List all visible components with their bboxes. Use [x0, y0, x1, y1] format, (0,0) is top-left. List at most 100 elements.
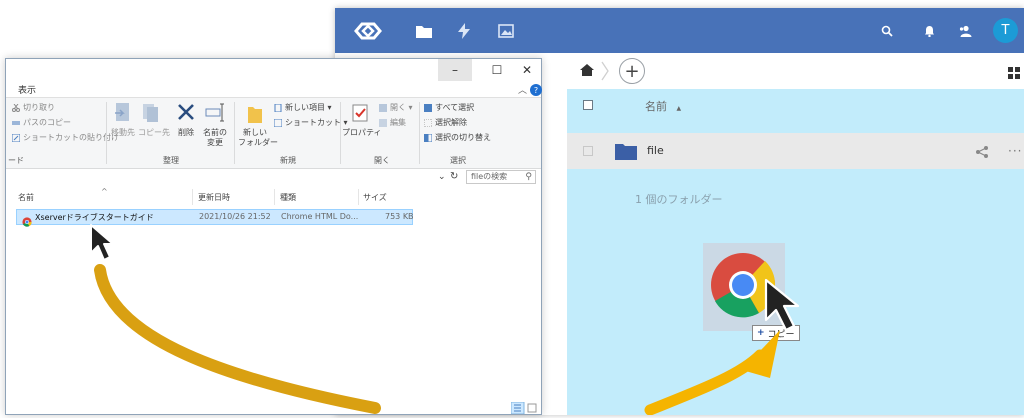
- properties-button[interactable]: プロパティ: [342, 101, 382, 138]
- move-to-label: 移動先: [111, 128, 135, 137]
- search-icon: ⚲: [525, 172, 532, 182]
- edit-button[interactable]: 編集: [379, 117, 406, 128]
- invert-selection-icon: [424, 133, 433, 142]
- open-group-label: 開く: [374, 156, 390, 165]
- file-date: 2021/10/26 21:52: [199, 212, 271, 221]
- view-mode-toggle[interactable]: [510, 399, 541, 415]
- shortcut-paste-icon: [11, 133, 21, 142]
- delete-button[interactable]: 削除: [174, 101, 198, 138]
- sort-caret-icon: ^: [101, 187, 108, 196]
- ribbon-collapse-icon[interactable]: ︿: [518, 83, 527, 96]
- list-item[interactable]: Xserverドライブスタートガイド 2021/10/26 21:52 Chro…: [16, 209, 414, 227]
- new-item-label: 新しい項目 ▾: [285, 103, 332, 112]
- add-new-button[interactable]: +: [619, 58, 645, 84]
- select-none-icon: [423, 118, 433, 127]
- select-none-button[interactable]: 選択解除: [423, 117, 467, 128]
- new-folder-label-1: 新しい: [243, 128, 267, 137]
- folder-count-summary: 1 個のフォルダー: [635, 193, 723, 206]
- new-item-button[interactable]: 新しい項目 ▾: [274, 102, 332, 113]
- avatar[interactable]: T: [993, 18, 1018, 43]
- copy-to-icon: [143, 104, 158, 122]
- invert-selection-label: 選択の切り替え: [435, 133, 491, 142]
- files-icon[interactable]: [413, 20, 435, 42]
- shortcut-label: ショートカット ▾: [285, 118, 348, 127]
- drag-ghost: [703, 243, 785, 331]
- help-icon[interactable]: ?: [530, 84, 542, 96]
- column-separator[interactable]: [358, 189, 359, 205]
- cut-label: 切り取り: [23, 103, 55, 112]
- contacts-icon[interactable]: [955, 20, 977, 42]
- new-folder-label-2: フォルダー: [238, 138, 278, 147]
- address-history-chevron-icon[interactable]: ⌄: [438, 172, 446, 182]
- properties-icon: [352, 104, 368, 122]
- file-list-area[interactable]: + 名前 ▲ file ··· 1 個のフォルダー: [567, 53, 1024, 415]
- details-view-icon: [510, 401, 537, 415]
- column-date[interactable]: 更新日時: [198, 192, 230, 203]
- share-icon[interactable]: [975, 144, 989, 158]
- rename-button[interactable]: 名前の 変更: [202, 101, 228, 148]
- cut-button[interactable]: 切り取り: [12, 102, 55, 113]
- copy-to-button[interactable]: コピー先: [138, 101, 170, 138]
- move-to-icon: [115, 103, 129, 121]
- row-file-name[interactable]: file: [647, 144, 664, 157]
- select-none-label: 選択解除: [435, 118, 467, 127]
- refresh-icon[interactable]: ↻: [450, 171, 458, 182]
- file-size: 753 KB: [385, 212, 414, 221]
- edit-icon: [379, 118, 387, 127]
- file-name: Xserverドライブスタートガイド: [35, 213, 154, 222]
- minimize-button[interactable]: –: [438, 59, 472, 81]
- paste-shortcut-label: ショートカットの貼り付け: [23, 133, 119, 142]
- select-all-checkbox[interactable]: [583, 100, 593, 110]
- maximize-button[interactable]: ☐: [480, 59, 514, 81]
- shortcut-button[interactable]: ショートカット ▾: [273, 117, 348, 128]
- copy-badge-label: コピー: [767, 329, 795, 340]
- explorer-titlebar[interactable]: – ☐ ✕: [6, 59, 541, 81]
- bell-icon[interactable]: [918, 20, 940, 42]
- invert-selection-button[interactable]: 選択の切り替え: [424, 132, 491, 143]
- ribbon: 切り取り パスのコピー ショートカットの貼り付け ード 移動先 コピー先 削除 …: [6, 97, 541, 169]
- clipboard-group-label: ード: [8, 156, 24, 165]
- explorer-window: – ☐ ✕ 表示 ︿ ? 切り取り パスのコピー ショートカットの貼り付け ード…: [5, 58, 542, 415]
- activity-icon[interactable]: [453, 20, 475, 42]
- copy-drop-badge: + コピー: [752, 325, 800, 341]
- column-name[interactable]: 名前: [18, 192, 34, 203]
- breadcrumb-separator-icon: [600, 61, 610, 81]
- copy-to-label: コピー先: [138, 128, 170, 137]
- column-separator[interactable]: [192, 189, 193, 205]
- file-list-header: 名前 ▲: [567, 90, 1024, 120]
- more-options-icon[interactable]: ···: [1008, 144, 1024, 158]
- column-name-label: 名前: [645, 100, 667, 113]
- select-all-button[interactable]: すべて選択: [424, 102, 474, 113]
- address-bar: ⌄ ↻ fileの検索 ⚲: [6, 169, 541, 187]
- tab-view[interactable]: 表示: [18, 83, 36, 96]
- gallery-icon[interactable]: [495, 20, 517, 42]
- ribbon-divider: [234, 102, 235, 164]
- folder-icon: [615, 142, 637, 160]
- delete-x-icon: [178, 104, 194, 120]
- sort-by-name[interactable]: 名前 ▲: [645, 98, 681, 114]
- ribbon-divider: [340, 102, 341, 164]
- column-type[interactable]: 種類: [280, 192, 296, 203]
- search-input[interactable]: fileの検索 ⚲: [466, 170, 536, 184]
- row-checkbox[interactable]: [583, 146, 593, 156]
- grid-view-icon[interactable]: [1008, 64, 1020, 79]
- column-separator[interactable]: [274, 189, 275, 205]
- shortcut-icon: [273, 118, 283, 127]
- open-button[interactable]: 開く ▾: [379, 102, 413, 113]
- paste-shortcut-button[interactable]: ショートカットの貼り付け: [11, 132, 119, 143]
- home-icon[interactable]: [579, 62, 595, 78]
- ribbon-divider: [419, 102, 420, 164]
- new-item-icon: [274, 103, 282, 112]
- copy-path-button[interactable]: パスのコピー: [12, 117, 71, 128]
- rename-label-2: 変更: [207, 138, 223, 147]
- search-icon[interactable]: [876, 20, 898, 42]
- new-folder-button[interactable]: 新しい フォルダー: [238, 101, 278, 148]
- close-button[interactable]: ✕: [510, 59, 544, 81]
- column-size[interactable]: サイズ: [363, 192, 387, 203]
- sort-asc-icon: ▲: [676, 105, 682, 112]
- app-logo-icon[interactable]: [351, 20, 385, 42]
- table-row[interactable]: file ···: [567, 133, 1024, 169]
- path-icon: [12, 119, 20, 127]
- move-to-button[interactable]: 移動先: [110, 101, 136, 138]
- select-group-label: 選択: [450, 156, 466, 165]
